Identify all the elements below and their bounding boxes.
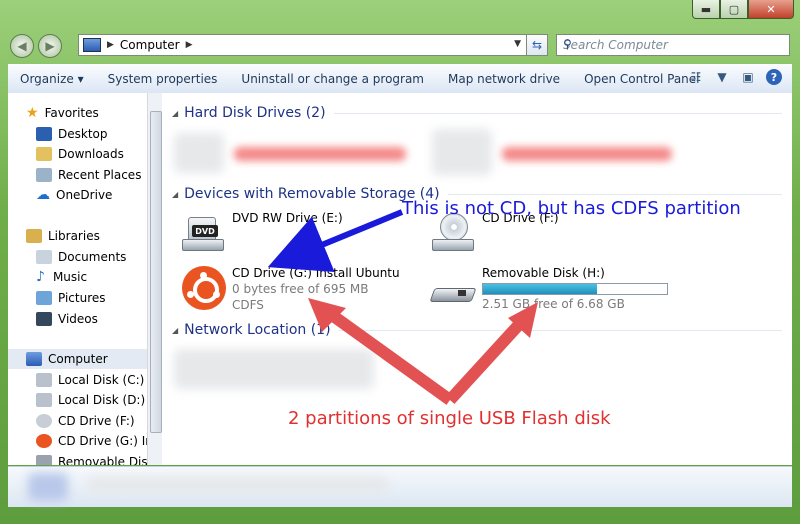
pictures-icon [36,291,52,305]
scrollbar-thumb[interactable] [150,111,162,433]
drive-item-dvd[interactable]: DVD DVD RW Drive (E:) [182,211,343,251]
blurred-drive-icon [432,129,492,175]
search-input[interactable]: Search Computer ⚲ [556,34,790,56]
usage-bar [482,283,668,295]
annotation-red: 2 partitions of single USB Flash disk [288,408,611,429]
videos-icon [36,312,52,326]
preview-pane-icon[interactable]: ▣ [740,69,756,85]
desktop-icon [36,127,52,141]
computer-icon [26,352,42,366]
sidebar-item-favorites[interactable]: ★ Favorites [26,103,99,123]
change-view-icon[interactable]: ☷ [688,69,704,85]
music-icon: ♪ [36,269,45,285]
minimize-button[interactable]: ▬ [692,0,720,19]
cloud-icon: ☁ [36,187,50,203]
map-network-drive-button[interactable]: Map network drive [436,72,572,86]
chevron-down-icon[interactable]: ▼ [514,39,521,49]
drive-item-usb[interactable]: Removable Disk (H:) 2.51 GB free of 6.68… [429,266,668,311]
address-bar[interactable]: ▶ Computer ▶ ▼ [78,34,548,56]
address-path: Computer [119,38,180,52]
close-button[interactable]: ✕ [748,0,794,19]
uninstall-program-button[interactable]: Uninstall or change a program [229,72,436,86]
usage-bar-fill [483,284,598,294]
navigation-pane: ★ Favorites Desktop Downloads Recent Pla… [8,93,161,465]
chevron-right-icon: ▶ [107,40,114,50]
group-header-hdd[interactable]: ◢ Hard Disk Drives (2) [172,103,782,123]
window-controls: ▬ ▢ ✕ [692,0,794,19]
sidebar-item-recent-places[interactable]: Recent Places [36,165,141,185]
sidebar-item-desktop[interactable]: Desktop [36,124,108,144]
forward-button[interactable]: ▶ [38,34,62,58]
back-button[interactable]: ◀ [10,34,34,58]
group-header-network[interactable]: ◢ Network Location (1) [172,320,782,340]
collapse-icon[interactable]: ◢ [172,190,178,199]
blurred-details-text [88,477,388,493]
recent-places-icon [36,168,52,182]
sidebar-item-removable-disk[interactable]: Removable Disk ( [36,452,160,465]
blurred-drive-label [502,147,672,161]
sidebar-scrollbar[interactable] [147,93,162,465]
details-pane [8,466,792,507]
sidebar-item-local-disk-c[interactable]: Local Disk (C:) [36,370,144,390]
usb-drive-icon [36,455,52,465]
navigation-bar: ◀ ▶ ▶ Computer ▶ ▼ ⇆ Search Computer ⚲ [0,28,800,62]
cd-drive-icon [36,414,52,428]
sidebar-item-onedrive[interactable]: ☁ OneDrive [36,185,112,205]
computer-icon [83,38,101,52]
organize-button[interactable]: Organize ▾ [8,72,96,86]
sidebar-item-documents[interactable]: Documents [36,247,126,267]
ubuntu-icon [36,434,52,448]
sidebar-item-cd-drive-f[interactable]: CD Drive (F:) [36,411,135,431]
view-controls: ☷ ▼ ▣ ? [688,69,782,85]
annotation-blue: This is not CD, but has CDFS partition [402,198,741,219]
usb-drive-icon [429,266,477,306]
arrow-left-icon: ◀ [17,39,27,53]
search-icon[interactable]: ⚲ [563,37,785,51]
collapse-icon[interactable]: ◢ [172,109,178,118]
sidebar-item-music[interactable]: ♪ Music [36,267,87,287]
dvd-drive-icon: DVD [182,211,224,251]
sidebar-item-videos[interactable]: Videos [36,309,98,329]
sidebar-item-cd-drive-g[interactable]: CD Drive (G:) Inst [36,431,160,451]
chevron-right-icon[interactable]: ▶ [186,40,193,50]
collapse-icon[interactable]: ◢ [172,326,178,335]
downloads-icon [36,147,52,161]
chevron-down-icon[interactable]: ▼ [714,69,730,85]
star-icon: ★ [26,105,39,121]
arrow-right-icon: ▶ [45,39,55,53]
drive-icon [36,373,52,387]
libraries-icon [26,229,42,243]
drive-item-cd-g[interactable]: CD Drive (G:) Install Ubuntu 0 bytes fre… [182,266,400,312]
blurred-network-item [174,349,374,389]
refresh-button[interactable]: ⇆ [526,34,548,56]
documents-icon [36,250,52,264]
refresh-icon: ⇆ [531,38,543,52]
blurred-drive-icon [174,133,224,173]
ubuntu-icon [182,266,226,310]
sidebar-item-pictures[interactable]: Pictures [36,288,106,308]
help-icon[interactable]: ? [766,69,782,85]
sidebar-item-computer[interactable]: Computer [8,349,160,369]
sidebar-item-local-disk-d[interactable]: Local Disk (D:) [36,390,145,410]
sidebar-item-libraries[interactable]: Libraries [26,226,100,246]
blurred-details-icon [28,473,68,501]
blurred-drive-label [234,147,406,161]
explorer-window: ▬ ▢ ✕ ◀ ▶ ▶ Computer ▶ ▼ ⇆ Search Comput… [0,0,800,524]
system-properties-button[interactable]: System properties [96,72,230,86]
drive-icon [36,393,52,407]
sidebar-item-downloads[interactable]: Downloads [36,144,124,164]
command-bar: Organize ▾ System properties Uninstall o… [8,64,792,94]
maximize-button[interactable]: ▢ [720,0,748,19]
